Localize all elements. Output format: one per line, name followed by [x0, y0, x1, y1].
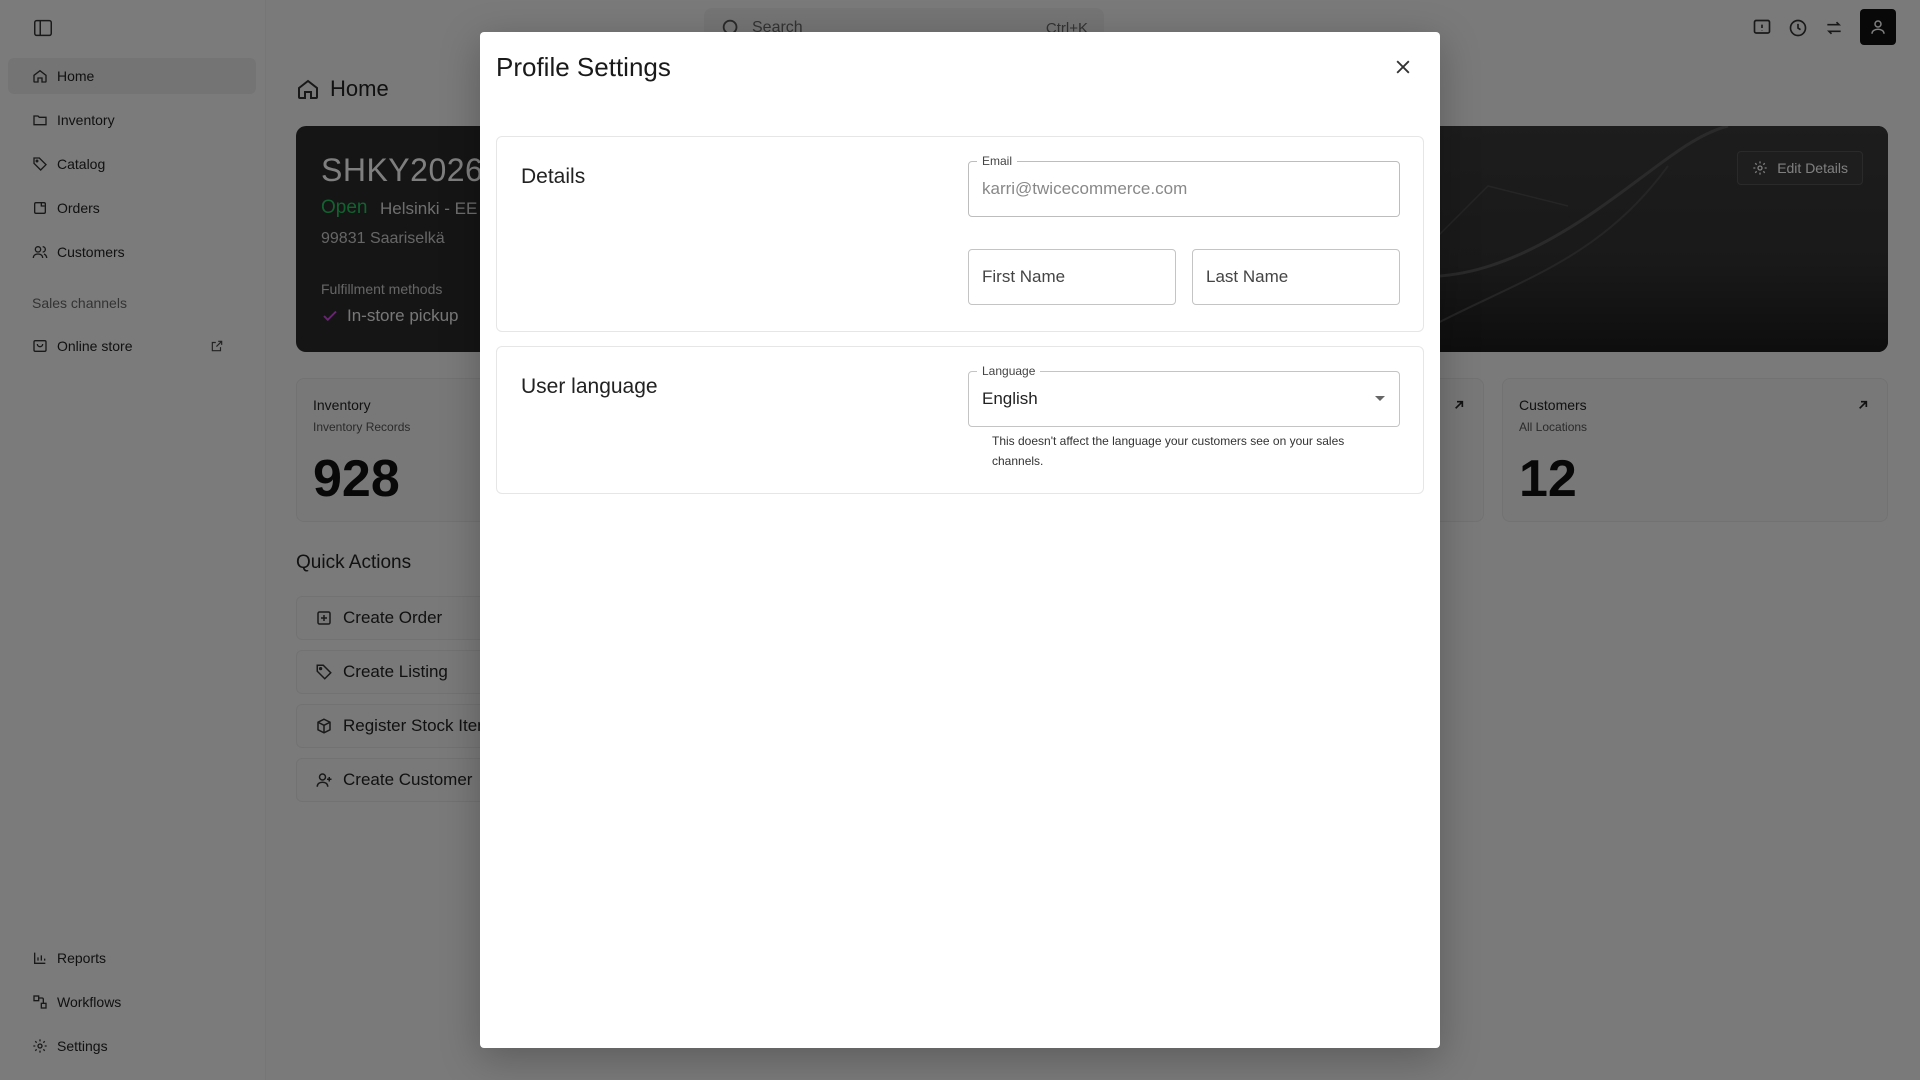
last-name-input[interactable]: [1193, 250, 1399, 304]
language-label: Language: [977, 363, 1041, 379]
last-name-field[interactable]: [1192, 249, 1400, 305]
language-helper-text: This doesn't affect the language your cu…: [992, 434, 1345, 468]
user-language-card: User language Language English This does…: [496, 346, 1424, 494]
profile-settings-dialog: Profile Settings Details Email User lang…: [480, 32, 1440, 1048]
close-button[interactable]: [1390, 54, 1416, 80]
user-language-title: User language: [521, 375, 658, 398]
first-name-input[interactable]: [969, 250, 1175, 304]
dialog-title: Profile Settings: [496, 52, 671, 82]
language-value: English: [982, 389, 1038, 408]
close-icon: [1396, 60, 1410, 74]
details-card: Details Email: [496, 136, 1424, 332]
email-field[interactable]: Email: [968, 153, 1400, 217]
first-name-field[interactable]: [968, 249, 1176, 305]
details-title: Details: [521, 165, 586, 188]
email-input[interactable]: [969, 162, 1399, 216]
language-select[interactable]: Language English: [968, 363, 1400, 427]
caret-down-icon: [1375, 396, 1385, 401]
